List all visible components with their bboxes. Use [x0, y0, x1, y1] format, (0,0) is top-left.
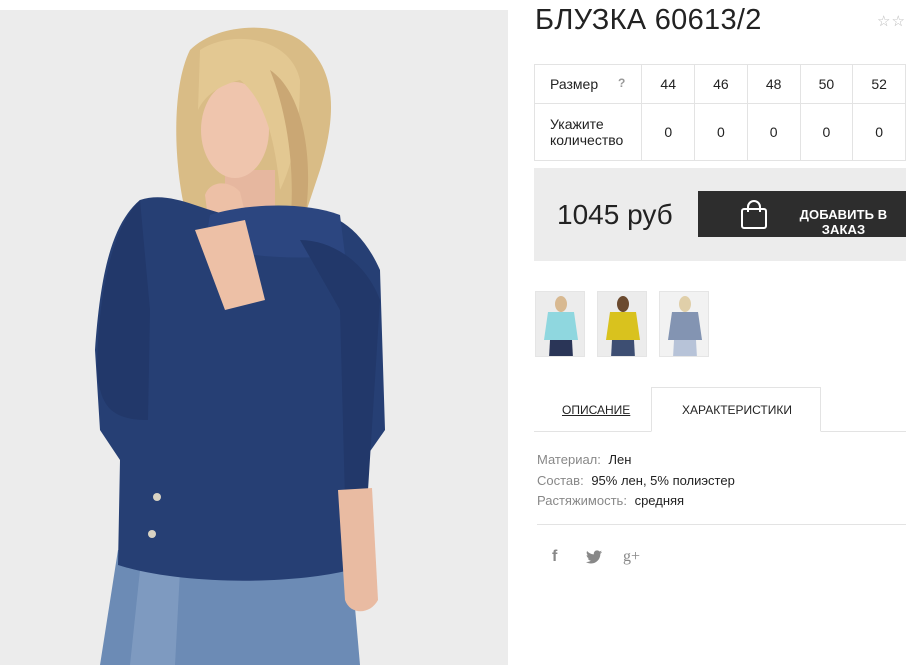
characteristic-stretch: Растяжимость: средняя [537, 491, 735, 512]
quantity-input-52[interactable]: 0 [852, 103, 906, 161]
characteristic-value: средняя [634, 493, 685, 508]
size-48: 48 [746, 64, 801, 104]
twitter-icon[interactable] [586, 550, 602, 564]
quantity-label-line1: Укажите [550, 116, 604, 132]
price-panel: 1045 руб ДОБАВИТЬ В ЗАКАЗ [534, 168, 906, 261]
add-to-order-label: ДОБАВИТЬ В ЗАКАЗ [799, 207, 888, 237]
product-main-image[interactable] [0, 10, 508, 665]
rating-stars-icon[interactable]: ☆☆ [877, 12, 906, 30]
quantity-label-line2: количество [550, 132, 624, 148]
size-50: 50 [799, 64, 854, 104]
characteristic-value: Лен [608, 452, 632, 467]
quantity-input-44[interactable]: 0 [641, 103, 696, 161]
quantity-row: Укажите количество 0 0 0 0 0 [533, 103, 906, 161]
divider [537, 524, 906, 525]
size-46: 46 [694, 64, 748, 104]
size-table: Размер ? 44 46 48 50 52 Укажите количест… [533, 64, 906, 161]
characteristic-key: Состав: [537, 472, 584, 488]
facebook-icon[interactable]: f [552, 548, 557, 566]
characteristic-material: Материал: Лен [537, 450, 735, 471]
size-label-cell: Размер ? [533, 64, 643, 104]
quantity-label-cell: Укажите количество [533, 103, 643, 161]
size-help-icon[interactable]: ? [618, 76, 625, 90]
size-52: 52 [852, 64, 906, 104]
size-label: Размер [550, 76, 599, 92]
price-value: 1045 руб [557, 199, 673, 230]
product-title: БЛУЗКА 60613/2 [535, 4, 762, 36]
characteristic-key: Материал: [537, 452, 601, 467]
quantity-input-50[interactable]: 0 [799, 103, 854, 161]
characteristics-list: Материал: Лен Состав: 95% лен, 5% полиэс… [537, 450, 735, 512]
characteristic-key: Растяжимость: [537, 493, 627, 508]
thumbnail-yellow[interactable] [597, 291, 647, 357]
shopping-bag-icon [741, 200, 767, 229]
tab-characteristics[interactable]: ХАРАКТЕРИСТИКИ [682, 403, 792, 417]
size-row: Размер ? 44 46 48 50 52 [533, 64, 906, 104]
thumbnail-grey-blue[interactable] [659, 291, 709, 357]
google-plus-icon[interactable]: g+ [623, 548, 640, 566]
size-44: 44 [641, 64, 696, 104]
characteristic-value: 95% лен, 5% полиэстер [591, 472, 735, 488]
quantity-input-48[interactable]: 0 [746, 103, 801, 161]
quantity-input-46[interactable]: 0 [694, 103, 748, 161]
add-to-order-button[interactable]: ДОБАВИТЬ В ЗАКАЗ [698, 191, 906, 237]
thumbnail-turquoise[interactable] [535, 291, 585, 357]
characteristic-composition: Состав: 95% лен, 5% полиэстер [537, 471, 735, 492]
tab-description[interactable]: ОПИСАНИЕ [562, 403, 630, 417]
